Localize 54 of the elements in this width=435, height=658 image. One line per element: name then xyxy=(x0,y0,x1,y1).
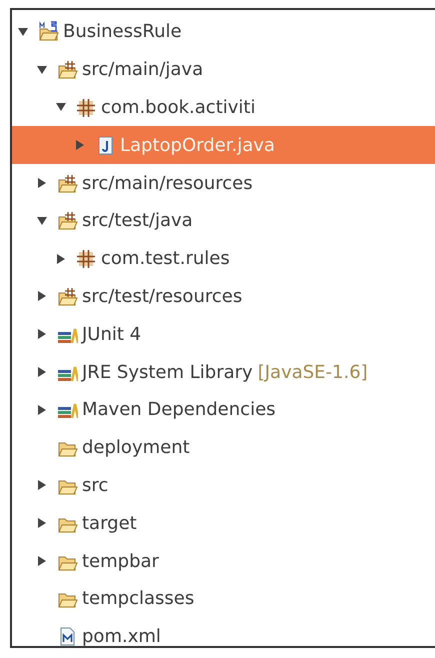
expanded-arrow-icon[interactable] xyxy=(37,216,47,226)
tree-item[interactable]: src/main/java xyxy=(12,50,435,89)
tree-item[interactable]: deployment xyxy=(12,428,435,467)
package-icon xyxy=(76,96,97,118)
expanded-arrow-icon[interactable] xyxy=(56,102,66,112)
package-folder-icon xyxy=(57,172,78,194)
collapsed-arrow-icon[interactable] xyxy=(37,291,47,302)
item-label: JUnit 4 xyxy=(82,324,142,345)
item-label: deployment xyxy=(82,437,190,458)
item-label: pom.xml xyxy=(82,626,161,648)
collapsed-arrow-icon[interactable] xyxy=(37,518,47,528)
item-label: src/main/java xyxy=(82,59,204,80)
item-label: tempclasses xyxy=(82,588,194,610)
collapsed-arrow-icon[interactable] xyxy=(37,404,47,415)
item-label: src xyxy=(82,474,108,496)
collapsed-arrow-icon[interactable] xyxy=(56,254,66,264)
item-label: Maven Dependencies xyxy=(82,399,276,420)
tree-item[interactable]: src/test/java xyxy=(12,202,435,240)
library-version-label: [JavaSE-1.6] xyxy=(258,362,368,383)
collapsed-arrow-icon[interactable] xyxy=(37,556,47,566)
tree-item[interactable]: src xyxy=(12,466,435,504)
item-label: JRE System Library xyxy=(82,362,253,383)
item-label: src/main/resources xyxy=(82,172,253,194)
package-folder-icon xyxy=(57,286,78,307)
item-label: BusinessRule xyxy=(63,21,182,42)
package-icon xyxy=(76,248,97,270)
collapsed-arrow-icon[interactable] xyxy=(37,178,47,188)
item-label: tempbar xyxy=(82,550,159,572)
item-label: src/test/resources xyxy=(82,286,242,307)
tree-item[interactable]: com.test.rules xyxy=(12,240,435,278)
item-label: com.book.activiti xyxy=(101,96,256,118)
item-label: com.test.rules xyxy=(101,248,230,270)
tree-item[interactable]: src/main/resources xyxy=(12,164,435,202)
item-label: src/test/java xyxy=(82,210,193,232)
tree-item[interactable]: tempbar xyxy=(12,542,435,580)
item-label: LaptopOrder.java xyxy=(120,134,275,156)
package-folder-icon xyxy=(57,59,78,80)
tree-item[interactable]: JUnit 4 xyxy=(12,315,435,354)
expanded-arrow-icon[interactable] xyxy=(37,64,47,75)
tree-item[interactable]: BusinessRule xyxy=(12,13,435,51)
tree-item[interactable]: src/test/resources xyxy=(12,278,435,316)
tree-item[interactable]: JRE System Library [JavaSE-1.6] xyxy=(12,353,435,391)
expanded-arrow-icon[interactable] xyxy=(18,26,28,37)
item-label: target xyxy=(82,512,137,534)
tree-item[interactable]: tempclasses xyxy=(12,580,435,618)
project-folder-icon xyxy=(38,21,59,42)
collapsed-arrow-icon[interactable] xyxy=(37,480,47,490)
tree-item[interactable]: pom.xml xyxy=(12,618,435,656)
collapsed-arrow-icon[interactable] xyxy=(37,329,47,340)
collapsed-arrow-icon[interactable] xyxy=(37,367,47,378)
tree-item[interactable]: Maven Dependencies xyxy=(12,390,435,429)
package-folder-icon xyxy=(57,210,78,232)
tree-item[interactable]: com.book.activiti xyxy=(12,88,435,126)
tree-item[interactable]: target xyxy=(12,504,435,542)
